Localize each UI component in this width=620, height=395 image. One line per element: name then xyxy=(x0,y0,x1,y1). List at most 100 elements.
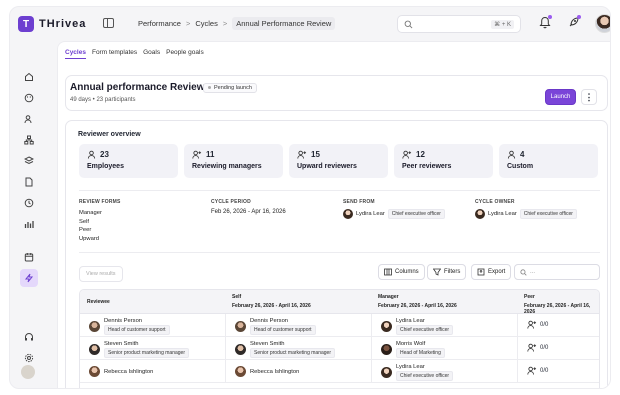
clock-icon[interactable] xyxy=(20,194,38,212)
top-bar: T THrivea Performance > Cycles > Annual … xyxy=(10,7,610,41)
export-button[interactable]: Export xyxy=(471,264,512,280)
avatar xyxy=(235,366,246,377)
manager-cell: Lydira Lear Chief executive officer xyxy=(381,364,454,381)
cycle-period-heading: CYCLE PERIOD xyxy=(211,199,251,205)
stat-label: Custom xyxy=(507,163,534,170)
breadcrumb-cycles[interactable]: Cycles xyxy=(195,19,218,28)
support-icon[interactable] xyxy=(20,328,38,346)
section-title: Reviewer overview xyxy=(78,131,141,138)
breadcrumb-separator: > xyxy=(185,19,191,28)
home-icon[interactable] xyxy=(20,68,38,86)
person-role: Chief executive officer xyxy=(396,371,454,381)
logo-mark: T xyxy=(18,16,34,32)
cycle-period: Feb 26, 2026 - Apr 16, 2026 xyxy=(211,209,286,215)
stat-upward-reviewers[interactable]: 15 Upward reviewers xyxy=(289,144,388,178)
stat-reviewing-managers[interactable]: 11 Reviewing managers xyxy=(184,144,283,178)
col-self[interactable]: Self February 26, 2026 - April 16, 2026 xyxy=(232,294,311,309)
avatar xyxy=(381,344,392,355)
search-shortcut: ⌘ + K xyxy=(491,20,514,29)
user-plus-icon xyxy=(192,150,202,159)
calendar-icon[interactable] xyxy=(20,248,38,266)
palette-icon[interactable] xyxy=(20,89,38,107)
person-name: Steven Smith xyxy=(104,341,139,347)
avatar xyxy=(381,321,392,332)
people-icon[interactable] xyxy=(20,110,38,128)
columns-button[interactable]: Columns xyxy=(378,264,425,280)
cycle-owner-person: Lydira Lear Chief executive officer xyxy=(475,209,577,219)
table-row[interactable]: Dennis Person Head of customer support De… xyxy=(80,314,599,337)
sidebar-avatar[interactable] xyxy=(21,365,35,379)
table-search-input[interactable]: ... xyxy=(514,264,600,280)
document-icon[interactable] xyxy=(20,173,38,191)
breadcrumb-performance[interactable]: Performance xyxy=(138,19,181,28)
col-peer[interactable]: Peer February 26, 2026 - April 16, 2026 xyxy=(524,294,599,315)
peer-count: 0/0 xyxy=(540,367,549,374)
performance-icon[interactable] xyxy=(20,269,38,287)
stat-peer-reviewers[interactable]: 12 Peer reviewers xyxy=(394,144,493,178)
person-name: Dennis Person xyxy=(104,318,143,324)
launch-button[interactable]: Launch xyxy=(545,89,576,105)
chart-icon[interactable] xyxy=(20,215,38,233)
stat-count: 12 xyxy=(416,150,425,159)
tab-form-templates[interactable]: Form templates xyxy=(92,49,137,59)
table-row[interactable]: Rebecca Ishlington Rebecca Ishlington Ly… xyxy=(80,360,599,383)
col-reviewee[interactable]: Reviewee xyxy=(87,299,110,305)
send-from-person: Lydira Lear Chief executive officer xyxy=(343,209,445,219)
filters-button[interactable]: Filters xyxy=(427,264,467,280)
org-chart-icon[interactable] xyxy=(20,131,38,149)
updates-button[interactable] xyxy=(568,15,581,30)
subtabs: Cycles Form templates Goals People goals xyxy=(65,49,204,59)
col-manager[interactable]: Manager February 26, 2026 - April 16, 202… xyxy=(378,294,457,309)
self-cell: Rebecca Ishlington xyxy=(235,366,299,377)
review-forms-list: Manager Self Peer Upward xyxy=(79,209,102,243)
user-plus-icon xyxy=(297,150,307,159)
avatar xyxy=(343,209,353,219)
divider xyxy=(79,190,600,191)
main-content: Cycles Form templates Goals People goals… xyxy=(57,41,610,388)
reviewee-cell: Steven Smith Senior product marketing man… xyxy=(89,341,189,358)
reviewee-cell: Dennis Person Head of customer support xyxy=(89,318,170,335)
search-icon xyxy=(404,20,413,29)
stat-label: Reviewing managers xyxy=(192,163,262,170)
breadcrumb-current: Annual Performance Review xyxy=(232,17,336,30)
review-forms-heading: REVIEW FORMS xyxy=(79,199,121,205)
user-plus-icon xyxy=(527,366,537,375)
peer-count: 0/0 xyxy=(540,344,549,351)
avatar xyxy=(475,209,485,219)
peer-cell: 0/0 xyxy=(527,366,548,375)
sidebar-toggle-icon[interactable] xyxy=(103,18,114,28)
logo[interactable]: T THrivea xyxy=(18,16,86,32)
filters-label: Filters xyxy=(444,269,461,275)
tab-people-goals[interactable]: People goals xyxy=(166,49,204,59)
layers-icon[interactable] xyxy=(20,152,38,170)
stat-label: Upward reviewers xyxy=(297,163,357,170)
stat-count: 11 xyxy=(206,150,215,159)
stat-custom[interactable]: 4 Custom xyxy=(499,144,598,178)
tab-cycles[interactable]: Cycles xyxy=(65,49,86,59)
person-name: Steven Smith xyxy=(250,341,285,347)
user-plus-icon xyxy=(402,150,412,159)
stat-employees[interactable]: 23 Employees xyxy=(79,144,178,178)
avatar xyxy=(235,321,246,332)
cycle-title: Annual performance Review xyxy=(70,82,205,93)
more-options-button[interactable]: ⋮ xyxy=(581,89,597,105)
app-window: T THrivea Performance > Cycles > Annual … xyxy=(9,6,611,389)
reviewee-cell: Rebecca Ishlington xyxy=(89,366,153,377)
person-name: Lydira Lear xyxy=(396,318,425,324)
divider xyxy=(79,252,600,253)
cycle-owner-heading: CYCLE OWNER xyxy=(475,199,515,205)
user-avatar[interactable] xyxy=(595,14,610,33)
person-name: Lydira Lear xyxy=(356,211,385,217)
columns-icon xyxy=(384,268,392,276)
reviewers-table: Reviewee Self February 26, 2026 - April 1… xyxy=(79,289,600,388)
global-search-input[interactable]: ⌘ + K xyxy=(397,15,521,33)
view-results-button[interactable]: View results xyxy=(79,266,123,282)
table-row[interactable]: Steven Smith Senior product marketing man… xyxy=(80,337,599,360)
person-name: Rebecca Ishlington xyxy=(250,368,300,375)
tab-goals[interactable]: Goals xyxy=(143,49,160,59)
export-label: Export xyxy=(488,269,506,275)
user-plus-icon xyxy=(527,343,537,352)
person-role: Chief executive officer xyxy=(396,325,454,335)
notifications-button[interactable] xyxy=(539,15,552,31)
person-role: Chief executive officer xyxy=(387,209,445,219)
